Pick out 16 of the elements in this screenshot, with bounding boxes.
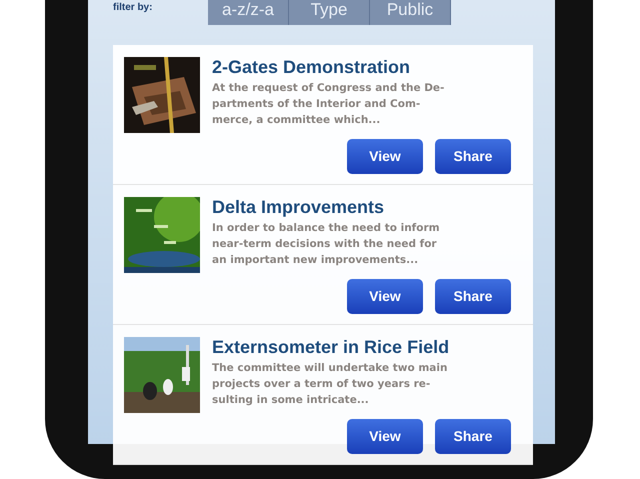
item-description: At the request of Congress and the De- partments of the Interior and Com- merce, a committee which... (212, 81, 446, 128)
action-button[interactable]: Share (435, 419, 511, 454)
item-description: In order to balance the need to inform near-term decisions with the need for an important new improvements... (212, 221, 441, 268)
item-title: Externsometer in Rice Field (212, 337, 450, 357)
action-button[interactable]: View (347, 279, 423, 314)
action-button[interactable]: View (347, 139, 423, 174)
list-row[interactable]: Externsometer in Rice Field The committee will undertake two main projects over a term of two years re- sulting in some intricate... View Share (113, 325, 533, 465)
list-row[interactable]: Delta Improvements In order to balance the need to inform near-term decisions with the need for an important new improvements... View Share (113, 185, 533, 325)
action-button[interactable]: Share (435, 139, 511, 174)
item-title: 2-Gates Demonstration (212, 57, 412, 77)
item-title: Delta Improvements (212, 197, 386, 217)
item-description: The committee will undertake two main projects over a term of two years re- sulting in some intricate... (212, 361, 448, 408)
filter-label: filter by: (113, 2, 154, 14)
action-button[interactable]: Share (435, 279, 511, 314)
action-button[interactable]: View (347, 419, 423, 454)
list-row[interactable]: 2-Gates Demonstration At the request of Congress and the De- partments of the Interior and Com- merce, a committee which... View Share (113, 45, 533, 185)
